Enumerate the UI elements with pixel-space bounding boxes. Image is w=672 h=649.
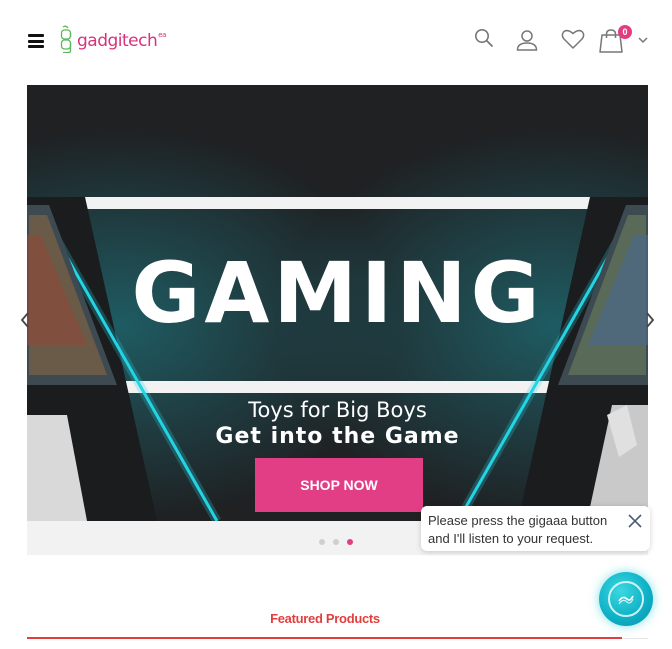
wave-icon (618, 595, 634, 605)
chevron-down-icon[interactable] (638, 37, 648, 44)
cart-count-badge: 0 (618, 25, 632, 39)
close-icon[interactable] (628, 514, 642, 528)
featured-products-title[interactable]: Featured Products (0, 611, 650, 626)
assistant-tooltip: Please press the gigaaa button and I'll … (421, 506, 650, 551)
chevron-left-icon[interactable] (20, 312, 30, 328)
assistant-prompt-text: Please press the gigaaa button and I'll … (428, 513, 608, 546)
site-header: gadgitechea 0 (0, 0, 672, 82)
logo-mark-icon (60, 25, 72, 53)
site-logo[interactable]: gadgitechea (60, 24, 166, 54)
banner-headline: GAMING (131, 244, 544, 342)
shop-now-button[interactable]: SHOP NOW (255, 458, 423, 512)
logo-text: gadgitechea (77, 31, 166, 51)
hero-slider[interactable]: GAMING Toys for Big Boys Get into the Ga… (27, 85, 648, 555)
search-icon[interactable] (474, 28, 494, 48)
hero-banner: GAMING Toys for Big Boys Get into the Ga… (27, 85, 648, 521)
menu-icon[interactable] (28, 34, 44, 48)
banner-tagline: Get into the Game (215, 424, 460, 449)
slider-pagination (319, 539, 353, 545)
section-divider (622, 638, 648, 639)
chevron-right-icon[interactable] (645, 312, 655, 328)
slider-dot[interactable] (319, 539, 325, 545)
slider-dot[interactable] (333, 539, 339, 545)
heart-icon[interactable] (561, 28, 585, 50)
user-icon[interactable] (515, 28, 539, 52)
slider-dot-active[interactable] (347, 539, 353, 545)
banner-subtitle: Toys for Big Boys (248, 398, 427, 422)
section-underline (27, 637, 622, 639)
